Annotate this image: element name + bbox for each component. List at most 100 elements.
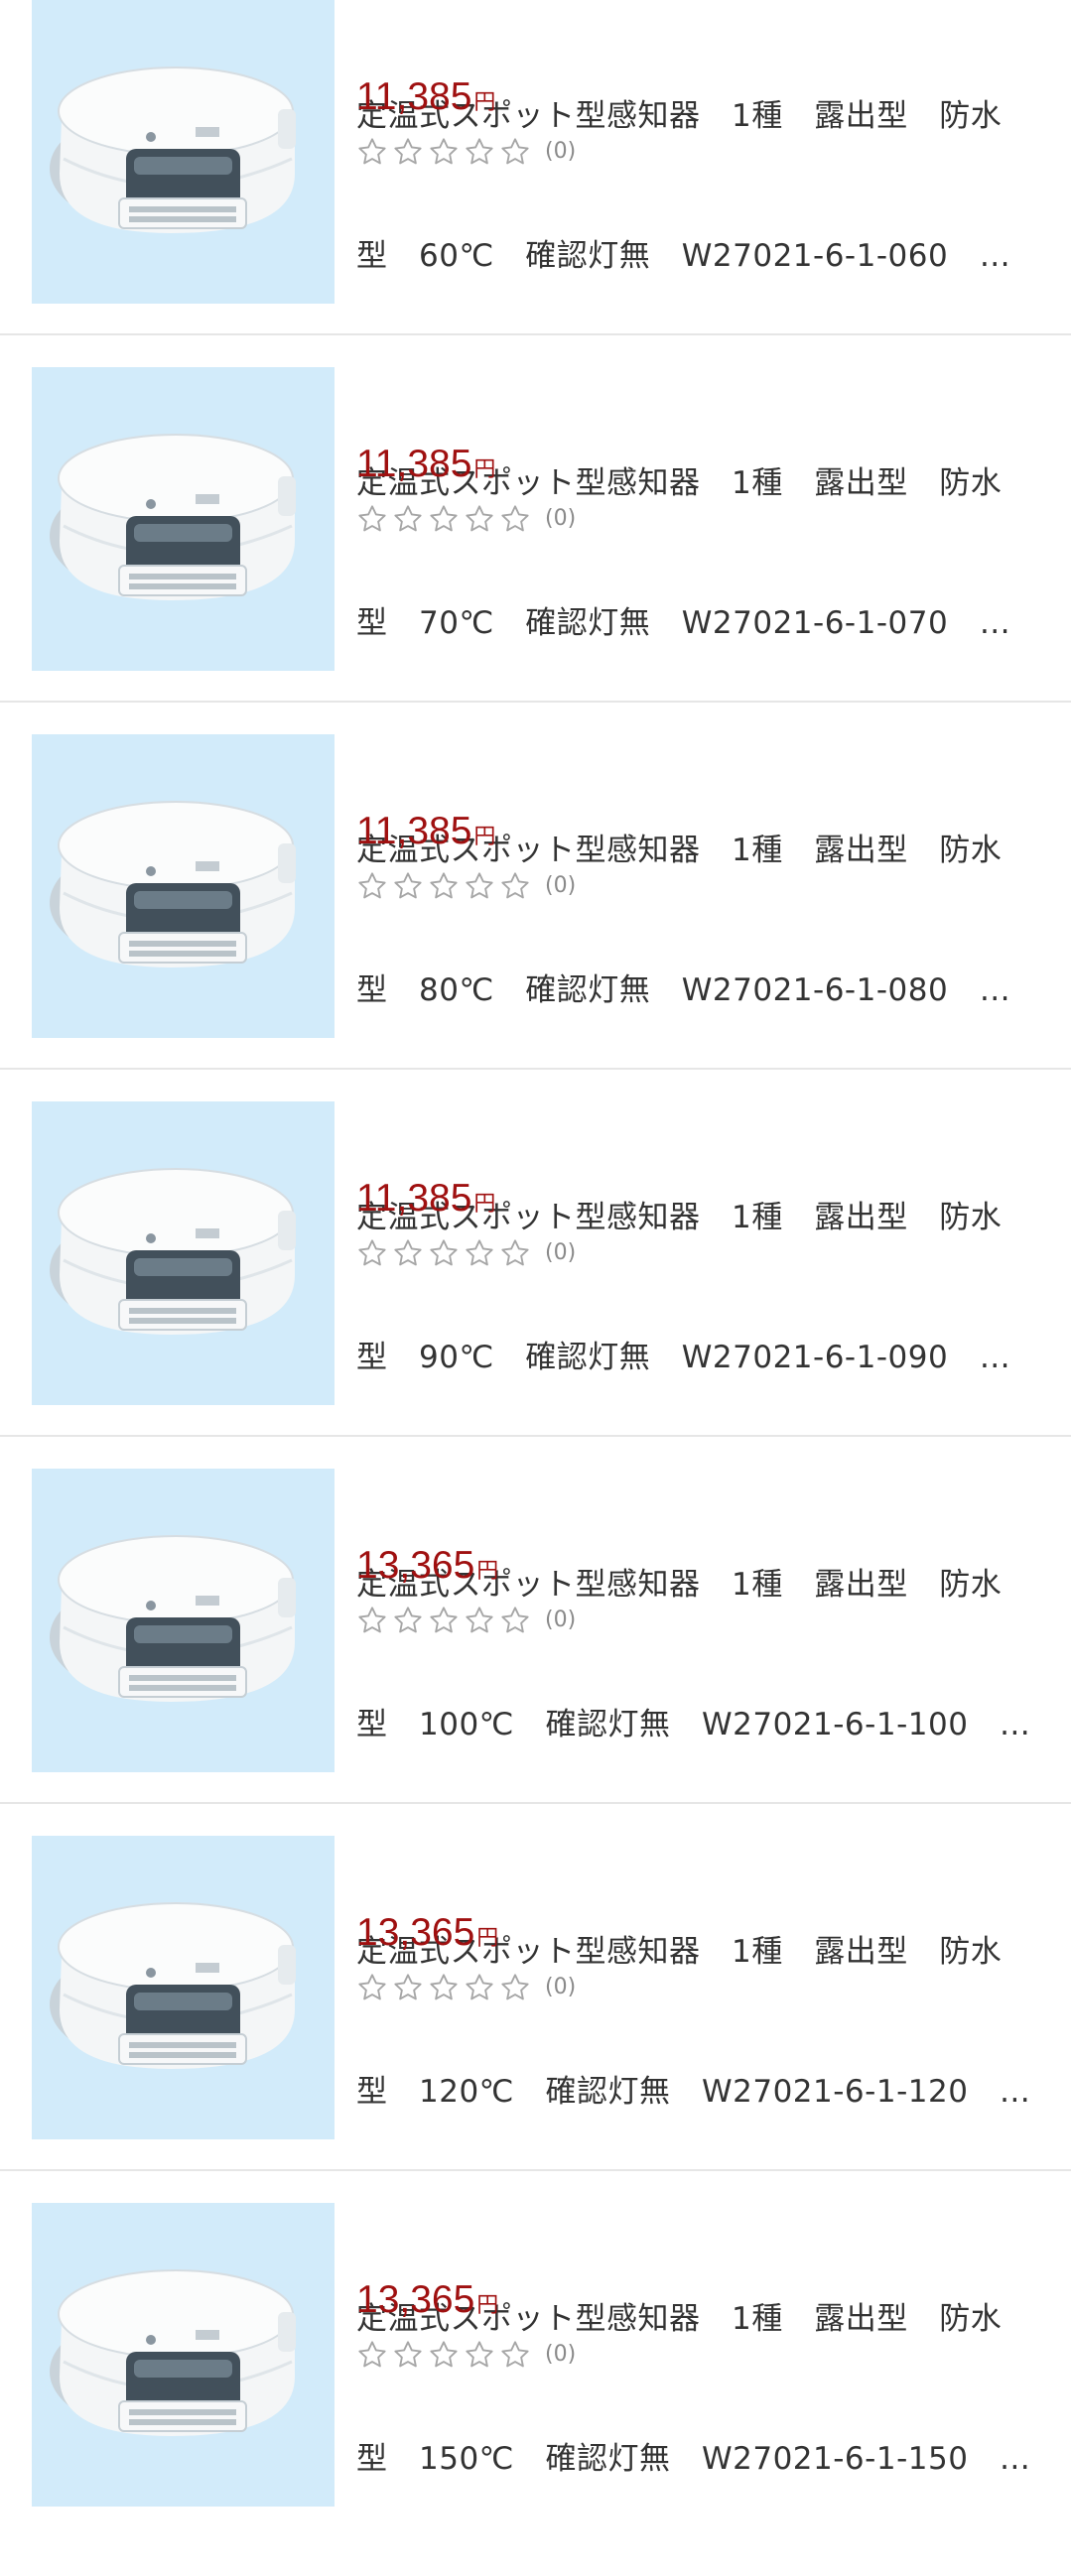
product-item[interactable]: 定温式スポット型感知器 1種 露出型 防水 型 90℃ 確認灯無 W27021-… bbox=[0, 1070, 1071, 1437]
star-outline-icon bbox=[466, 1239, 493, 1266]
star-outline-icon bbox=[358, 1974, 386, 2000]
product-title[interactable]: 定温式スポット型感知器 1種 露出型 防水 型 120℃ 確認灯無 W27021… bbox=[356, 1836, 1031, 2209]
product-image[interactable] bbox=[32, 1469, 335, 1772]
star-outline-icon bbox=[430, 1239, 458, 1266]
product-price: 13,365円 bbox=[356, 2275, 498, 2325]
product-title-line: 型 90℃ 確認灯無 W27021-6-1-090 … bbox=[356, 1340, 1011, 1375]
price-unit: 円 bbox=[473, 1191, 496, 1216]
product-title-line: 型 150℃ 確認灯無 W27021-6-1-150 … bbox=[356, 2441, 1031, 2477]
rating[interactable]: (0) bbox=[356, 502, 576, 536]
product-price: 11,385円 bbox=[356, 440, 495, 489]
rating[interactable]: (0) bbox=[356, 1971, 576, 2004]
review-count: (0) bbox=[545, 139, 577, 164]
star-outline-icon bbox=[430, 138, 458, 165]
product-title[interactable]: 定温式スポット型感知器 1種 露出型 防水 型 80℃ 確認灯無 W27021-… bbox=[356, 734, 1031, 1107]
product-title[interactable]: 定温式スポット型感知器 1種 露出型 防水 型 90℃ 確認灯無 W27021-… bbox=[356, 1101, 1031, 1475]
review-count: (0) bbox=[545, 2342, 577, 2367]
product-price: 11,385円 bbox=[356, 1174, 495, 1224]
star-outline-icon bbox=[430, 872, 458, 899]
heat-detector-image bbox=[50, 2269, 296, 2436]
review-count: (0) bbox=[545, 1240, 577, 1265]
price-value: 13,365 bbox=[356, 1544, 475, 1587]
price-unit: 円 bbox=[476, 2292, 499, 2317]
product-item[interactable]: 定温式スポット型感知器 1種 露出型 防水 型 100℃ 確認灯無 W27021… bbox=[0, 1437, 1071, 1804]
product-price: 13,365円 bbox=[356, 1908, 498, 1958]
price-unit: 円 bbox=[476, 1925, 499, 1950]
product-item[interactable]: 定温式スポット型感知器 1種 露出型 防水 型 70℃ 確認灯無 W27021-… bbox=[0, 335, 1071, 703]
price-value: 11,385 bbox=[356, 75, 472, 118]
product-image[interactable] bbox=[32, 1836, 335, 2139]
star-outline-icon bbox=[501, 1974, 529, 2000]
star-outline-icon bbox=[394, 505, 422, 532]
rating[interactable]: (0) bbox=[356, 1604, 576, 1637]
price-value: 11,385 bbox=[356, 443, 472, 485]
star-outline-icon bbox=[501, 1607, 529, 1633]
product-item[interactable]: 定温式スポット型感知器 1種 露出型 防水 型 60℃ 確認灯無 W27021-… bbox=[0, 0, 1071, 335]
price-unit: 円 bbox=[473, 456, 496, 481]
star-outline-icon bbox=[501, 872, 529, 899]
star-outline-icon bbox=[501, 2341, 529, 2368]
product-item[interactable]: 定温式スポット型感知器 1種 露出型 防水 型 80℃ 確認灯無 W27021-… bbox=[0, 703, 1071, 1070]
rating[interactable]: (0) bbox=[356, 869, 576, 903]
star-outline-icon bbox=[394, 872, 422, 899]
star-outline-icon bbox=[466, 1607, 493, 1633]
product-image[interactable] bbox=[32, 734, 335, 1038]
star-outline-icon bbox=[358, 1239, 386, 1266]
review-count: (0) bbox=[545, 873, 577, 898]
star-outline-icon bbox=[358, 1607, 386, 1633]
product-item[interactable]: 定温式スポット型感知器 1種 露出型 防水 型 150℃ 確認灯無 W27021… bbox=[0, 2171, 1071, 2538]
star-outline-icon bbox=[466, 2341, 493, 2368]
price-value: 11,385 bbox=[356, 810, 472, 852]
star-outline-icon bbox=[430, 1974, 458, 2000]
product-title-line: 型 60℃ 確認灯無 W27021-6-1-060 … bbox=[356, 238, 1011, 274]
star-outline-icon bbox=[394, 1607, 422, 1633]
star-outline-icon bbox=[430, 2341, 458, 2368]
star-outline-icon bbox=[466, 505, 493, 532]
product-price: 11,385円 bbox=[356, 807, 495, 856]
product-image[interactable] bbox=[32, 0, 335, 304]
star-outline-icon bbox=[501, 138, 529, 165]
price-value: 13,365 bbox=[356, 1911, 475, 1954]
product-title[interactable]: 定温式スポット型感知器 1種 露出型 防水 型 70℃ 確認灯無 W27021-… bbox=[356, 367, 1031, 740]
product-title-line: 型 100℃ 確認灯無 W27021-6-1-100 … bbox=[356, 1707, 1031, 1742]
product-title-line: 型 80℃ 確認灯無 W27021-6-1-080 … bbox=[356, 972, 1011, 1008]
star-outline-icon bbox=[394, 1239, 422, 1266]
product-price: 13,365円 bbox=[356, 1541, 498, 1591]
star-outline-icon bbox=[466, 138, 493, 165]
price-value: 13,365 bbox=[356, 2278, 475, 2321]
star-outline-icon bbox=[430, 505, 458, 532]
product-title[interactable]: 定温式スポット型感知器 1種 露出型 防水 型 100℃ 確認灯無 W27021… bbox=[356, 1469, 1031, 1842]
product-image[interactable] bbox=[32, 1101, 335, 1405]
review-count: (0) bbox=[545, 1608, 577, 1632]
heat-detector-image bbox=[50, 434, 296, 600]
heat-detector-image bbox=[50, 1168, 296, 1335]
price-unit: 円 bbox=[473, 89, 496, 114]
product-image[interactable] bbox=[32, 2203, 335, 2507]
review-count: (0) bbox=[545, 506, 577, 531]
star-outline-icon bbox=[358, 138, 386, 165]
price-unit: 円 bbox=[476, 1558, 499, 1583]
rating[interactable]: (0) bbox=[356, 1236, 576, 1270]
star-outline-icon bbox=[358, 872, 386, 899]
star-outline-icon bbox=[358, 2341, 386, 2368]
star-outline-icon bbox=[501, 1239, 529, 1266]
product-title[interactable]: 定温式スポット型感知器 1種 露出型 防水 型 60℃ 確認灯無 W27021-… bbox=[356, 0, 1031, 373]
star-outline-icon bbox=[358, 505, 386, 532]
star-outline-icon bbox=[466, 872, 493, 899]
heat-detector-image bbox=[50, 801, 296, 967]
heat-detector-image bbox=[50, 1535, 296, 1702]
heat-detector-image bbox=[50, 66, 296, 233]
star-outline-icon bbox=[430, 1607, 458, 1633]
rating[interactable]: (0) bbox=[356, 2338, 576, 2372]
price-unit: 円 bbox=[473, 824, 496, 848]
product-title-line: 型 120℃ 確認灯無 W27021-6-1-120 … bbox=[356, 2074, 1031, 2110]
price-value: 11,385 bbox=[356, 1177, 472, 1220]
star-outline-icon bbox=[394, 2341, 422, 2368]
product-title[interactable]: 定温式スポット型感知器 1種 露出型 防水 型 150℃ 確認灯無 W27021… bbox=[356, 2203, 1031, 2576]
review-count: (0) bbox=[545, 1975, 577, 1999]
product-image[interactable] bbox=[32, 367, 335, 671]
heat-detector-image bbox=[50, 1902, 296, 2069]
product-item[interactable]: 定温式スポット型感知器 1種 露出型 防水 型 120℃ 確認灯無 W27021… bbox=[0, 1804, 1071, 2171]
star-outline-icon bbox=[394, 1974, 422, 2000]
rating[interactable]: (0) bbox=[356, 135, 576, 169]
